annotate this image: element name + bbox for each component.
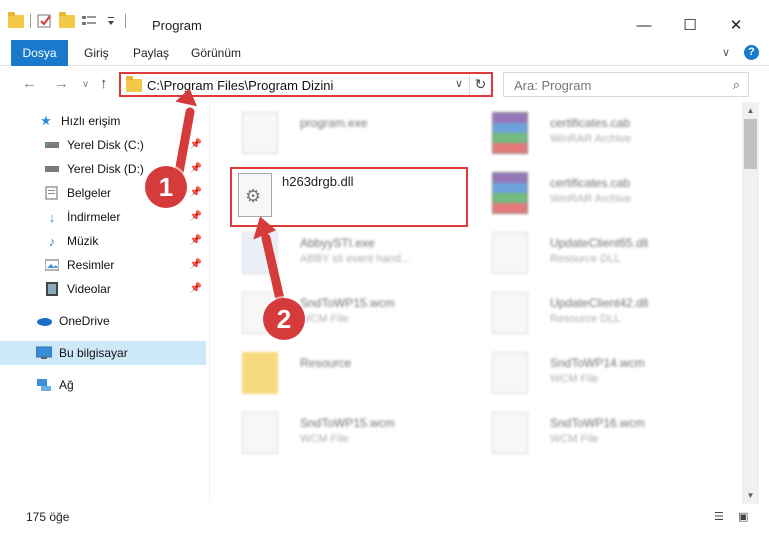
wcm-file-icon	[242, 412, 278, 454]
toolbar-separator	[125, 14, 126, 28]
file-item[interactable]: UpdateClient65.dll Resource DLL	[472, 226, 707, 282]
pin-icon[interactable]: 📌	[190, 163, 202, 174]
window-title: Program	[152, 18, 202, 33]
chevron-down-icon[interactable]: ∨	[455, 77, 463, 90]
documents-icon	[44, 185, 60, 201]
refresh-icon[interactable]: ↻	[469, 74, 491, 95]
file-item[interactable]: certificates.cab WinRAR Archive	[472, 166, 707, 222]
recent-locations-icon[interactable]: ∨	[82, 79, 89, 90]
winrar-archive-icon	[492, 112, 528, 154]
callout-badge-2: 2	[263, 298, 305, 340]
sidebar-item-onedrive[interactable]: OneDrive	[0, 309, 206, 333]
computer-icon	[36, 345, 52, 361]
quick-access-toolbar	[8, 11, 126, 28]
large-icons-view-icon[interactable]: ▣	[738, 510, 754, 523]
help-icon[interactable]: ?	[744, 45, 759, 60]
up-arrow-icon[interactable]: ↑	[100, 75, 108, 92]
drive-icon	[44, 161, 60, 177]
folder-icon	[8, 11, 24, 28]
pin-icon[interactable]: 📌	[190, 211, 202, 222]
dll-file-icon	[238, 173, 272, 217]
sidebar-item-pictures[interactable]: Resimler 📌	[0, 253, 206, 277]
search-placeholder: Ara: Program	[514, 78, 592, 93]
vertical-scrollbar[interactable]: ▲ ▼	[742, 102, 759, 504]
wcm-file-icon	[492, 412, 528, 454]
file-item[interactable]: SndToWP14.wcm WCM File	[472, 346, 707, 402]
file-item[interactable]: SndToWP15.wcm WCM File	[222, 286, 457, 342]
folder-icon	[126, 76, 142, 92]
pictures-icon	[44, 257, 60, 273]
properties-icon[interactable]	[37, 14, 53, 28]
dll-file-icon	[492, 292, 528, 334]
back-arrow-icon[interactable]: ←	[22, 75, 37, 92]
network-icon	[36, 377, 52, 393]
search-icon[interactable]: ⌕	[733, 77, 740, 93]
close-button[interactable]: ✕	[713, 10, 759, 40]
navigation-pane: ★ Hızlı erişim Yerel Disk (C:) 📌 Yerel D…	[0, 102, 212, 502]
music-icon: ♪	[48, 233, 56, 249]
star-icon: ★	[40, 113, 52, 128]
pin-icon[interactable]: 📌	[190, 139, 202, 150]
ribbon-controls: ∨ ?	[722, 45, 759, 60]
toolbar-separator	[30, 14, 31, 28]
sidebar-item-videos[interactable]: Videolar 📌	[0, 277, 206, 301]
customize-toolbar-icon[interactable]	[103, 14, 119, 28]
file-item[interactable]: certificates.cab WinRAR Archive	[472, 106, 707, 162]
view-options-icon[interactable]	[81, 14, 97, 28]
dll-file-icon	[492, 232, 528, 274]
sidebar-item-music[interactable]: ♪ Müzik 📌	[0, 229, 206, 253]
search-input[interactable]: Ara: Program ⌕	[503, 72, 749, 97]
status-bar: 175 öğe ☰ ▣	[0, 504, 769, 540]
folder-item[interactable]: Resource	[222, 346, 457, 402]
winrar-archive-icon	[492, 172, 528, 214]
sidebar-item-network[interactable]: Ağ	[0, 373, 206, 397]
file-item[interactable]: AbbyySTI.exe ABBY sti event hand...	[222, 226, 457, 282]
pin-icon[interactable]: 📌	[190, 235, 202, 246]
exe-file-icon	[242, 232, 278, 274]
scroll-thumb[interactable]	[744, 119, 757, 169]
item-count: 175 öğe	[26, 510, 70, 524]
file-item[interactable]: UpdateClient42.dll Resource DLL	[472, 286, 707, 342]
title-bar: Program — ☐ ✕	[0, 0, 769, 40]
minimize-button[interactable]: —	[621, 10, 667, 40]
forward-arrow-icon[interactable]: →	[54, 75, 69, 92]
sidebar-item-quick-access[interactable]: ★ Hızlı erişim	[0, 109, 206, 133]
folder-icon	[242, 352, 278, 394]
callout-badge-1: 1	[145, 166, 187, 208]
maximize-button[interactable]: ☐	[667, 10, 713, 40]
wcm-file-icon	[492, 352, 528, 394]
details-view-icon[interactable]: ☰	[714, 510, 730, 523]
sidebar-item-disk-c[interactable]: Yerel Disk (C:) 📌	[0, 133, 206, 157]
address-bar[interactable]: C:\Program Files\Program Dizini ∨ ↻	[119, 72, 493, 97]
cloud-icon	[36, 313, 52, 329]
file-item[interactable]: SndToWP15.wcm WCM File	[222, 406, 457, 462]
file-item[interactable]: SndToWP16.wcm WCM File	[472, 406, 707, 462]
pin-icon[interactable]: 📌	[190, 283, 202, 294]
pin-icon[interactable]: 📌	[190, 259, 202, 270]
download-icon: ↓	[48, 209, 56, 225]
tab-home[interactable]: Giriş	[84, 40, 109, 66]
videos-icon	[44, 281, 60, 297]
new-folder-icon[interactable]	[59, 11, 75, 28]
address-row: ← → ∨ ↑ C:\Program Files\Program Dizini …	[0, 66, 769, 102]
expand-ribbon-icon[interactable]: ∨	[722, 46, 730, 59]
tab-view[interactable]: Görünüm	[191, 40, 241, 66]
pane-divider[interactable]	[209, 102, 210, 502]
highlighted-file-h263drgb[interactable]: h263drgb.dll	[230, 167, 468, 227]
drive-icon	[44, 137, 60, 153]
ribbon-tabs: Dosya Giriş Paylaş Görünüm ∨ ?	[0, 40, 769, 96]
file-item[interactable]: program.exe	[222, 106, 457, 162]
sidebar-item-downloads[interactable]: ↓ İndirmeler 📌	[0, 205, 206, 229]
exe-file-icon	[242, 112, 278, 154]
address-path[interactable]: C:\Program Files\Program Dizini	[147, 78, 333, 93]
scroll-down-icon[interactable]: ▼	[742, 487, 759, 504]
scroll-up-icon[interactable]: ▲	[742, 102, 759, 119]
file-name: h263drgb.dll	[282, 174, 354, 189]
tab-share[interactable]: Paylaş	[133, 40, 169, 66]
pin-icon[interactable]: 📌	[190, 187, 202, 198]
sidebar-item-this-pc[interactable]: Bu bilgisayar	[0, 341, 206, 365]
